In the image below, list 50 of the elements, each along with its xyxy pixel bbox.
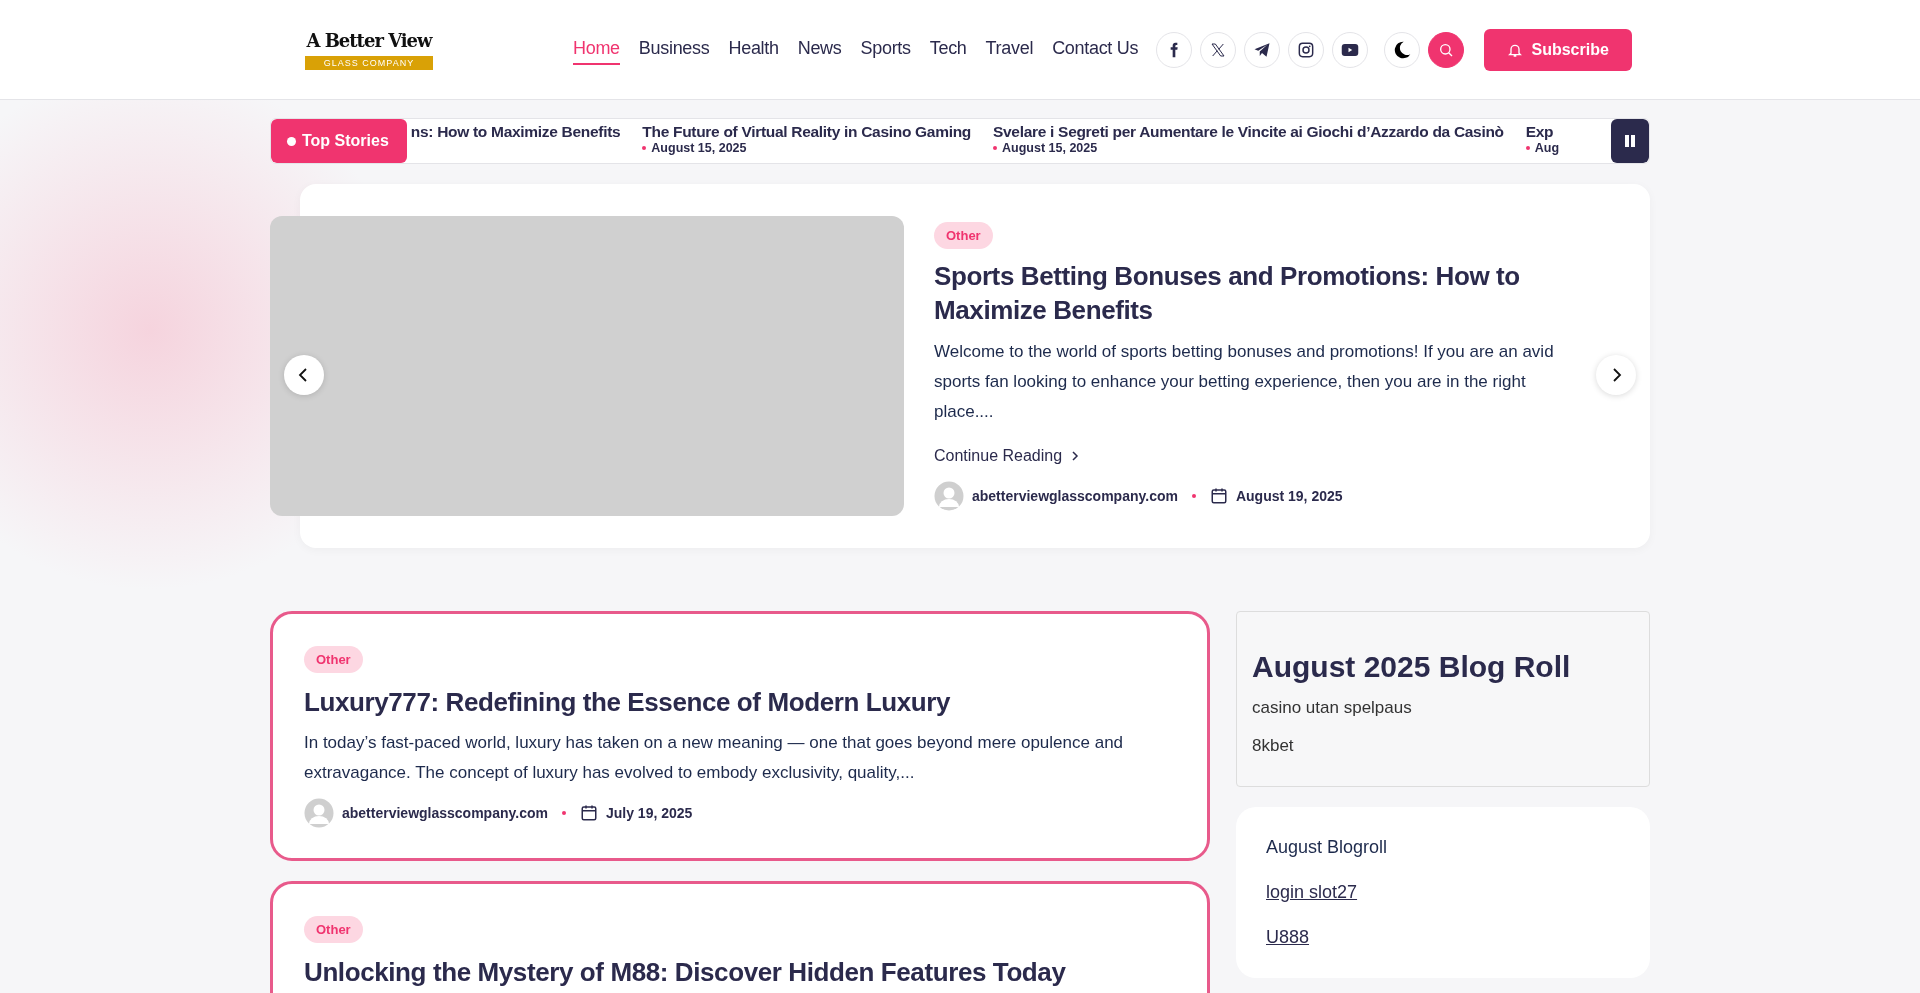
nav-link[interactable]: News — [797, 34, 842, 65]
logo[interactable]: A Better View GLASS COMPANY — [305, 29, 433, 70]
blog-roll-link[interactable]: 8kbet — [1252, 736, 1634, 756]
chevron-right-icon — [1070, 450, 1081, 461]
author-name[interactable]: abetterviewglasscompany.com — [972, 487, 1178, 504]
post-excerpt: In today’s fast-paced world, luxury has taken on a new meaning — one that goes beyond mere opulence and extravagance. The concept of luxury has evolved to embody exclusivity, quality,... — [304, 732, 1125, 784]
pause-icon — [1623, 134, 1637, 148]
sidebar-link[interactable]: U888 — [1266, 927, 1310, 948]
paper-plane-icon[interactable] — [1244, 31, 1281, 68]
search-icon — [1438, 41, 1455, 58]
subscribe-button[interactable]: Subscribe — [1484, 28, 1633, 71]
post-title[interactable]: Unlocking the Mystery of M88: Discover Hidden Features Today — [304, 957, 1066, 988]
camera-icon[interactable] — [1288, 31, 1325, 68]
post-date: July 19, 2025 — [605, 805, 693, 821]
ticker-date: August 15, 2025 — [993, 141, 1504, 155]
x-icon[interactable] — [1200, 31, 1237, 68]
next-button[interactable] — [1596, 355, 1636, 395]
avatar-icon — [304, 798, 334, 828]
nav-link[interactable]: Contact Us — [1052, 34, 1139, 65]
nav-link[interactable]: Home — [573, 34, 620, 65]
ticker-headline[interactable]: Svelare i Segreti per Aumentare le Vincite ai Giochi d’Azzardo da Casinò — [993, 123, 1504, 141]
continue-reading-link[interactable]: Continue Reading — [934, 446, 1081, 465]
pause-button[interactable] — [1611, 119, 1649, 163]
dark-mode-icon[interactable] — [1384, 31, 1421, 68]
post-date: August 19, 2025 — [1235, 487, 1343, 504]
sidebar-link[interactable]: login slot27 — [1266, 882, 1358, 903]
widget-title: August 2025 Blog Roll — [1252, 650, 1572, 684]
play-icon[interactable] — [1332, 31, 1369, 68]
ticker-headline[interactable]: The Future of Virtual Reality in Casino Gaming — [642, 123, 971, 141]
ticker-headline[interactable]: Exp — [1525, 123, 1560, 141]
nav-link[interactable]: Health — [728, 34, 779, 65]
widget-heading: August Blogroll — [1266, 837, 1388, 858]
ticker-date: August 15, 2025 — [642, 141, 971, 155]
ticker-headline[interactable]: ns: How to Maximize Benefits — [410, 123, 621, 141]
search-button[interactable] — [1428, 31, 1465, 68]
ticker-date: Aug — [1525, 141, 1560, 155]
nav-link[interactable]: Business — [638, 34, 710, 65]
facebook-icon[interactable] — [1156, 31, 1193, 68]
avatar-icon — [934, 480, 964, 511]
nav-link[interactable]: Sports — [860, 34, 911, 65]
top-stories-label: Top Stories — [271, 119, 407, 163]
blog-roll-link[interactable]: casino utan spelpaus — [1252, 698, 1634, 718]
nav-link[interactable]: Travel — [985, 34, 1034, 65]
author-name[interactable]: abetterviewglasscompany.com — [342, 805, 548, 821]
calendar-icon — [579, 804, 598, 822]
calendar-icon — [1209, 486, 1228, 505]
post-title[interactable]: Luxury777: Redefining the Essence of Modern Luxury — [304, 687, 951, 718]
post-title[interactable]: Sports Betting Bonuses and Promotions: How to Maximize Benefits — [934, 258, 1584, 327]
post-excerpt: Welcome to the world of sports betting bonuses and promotions! If you are an avid sports fan looking to enhance your betting experience, then you are in the right place.... — [934, 340, 1555, 423]
nav-link[interactable]: Tech — [929, 34, 967, 65]
